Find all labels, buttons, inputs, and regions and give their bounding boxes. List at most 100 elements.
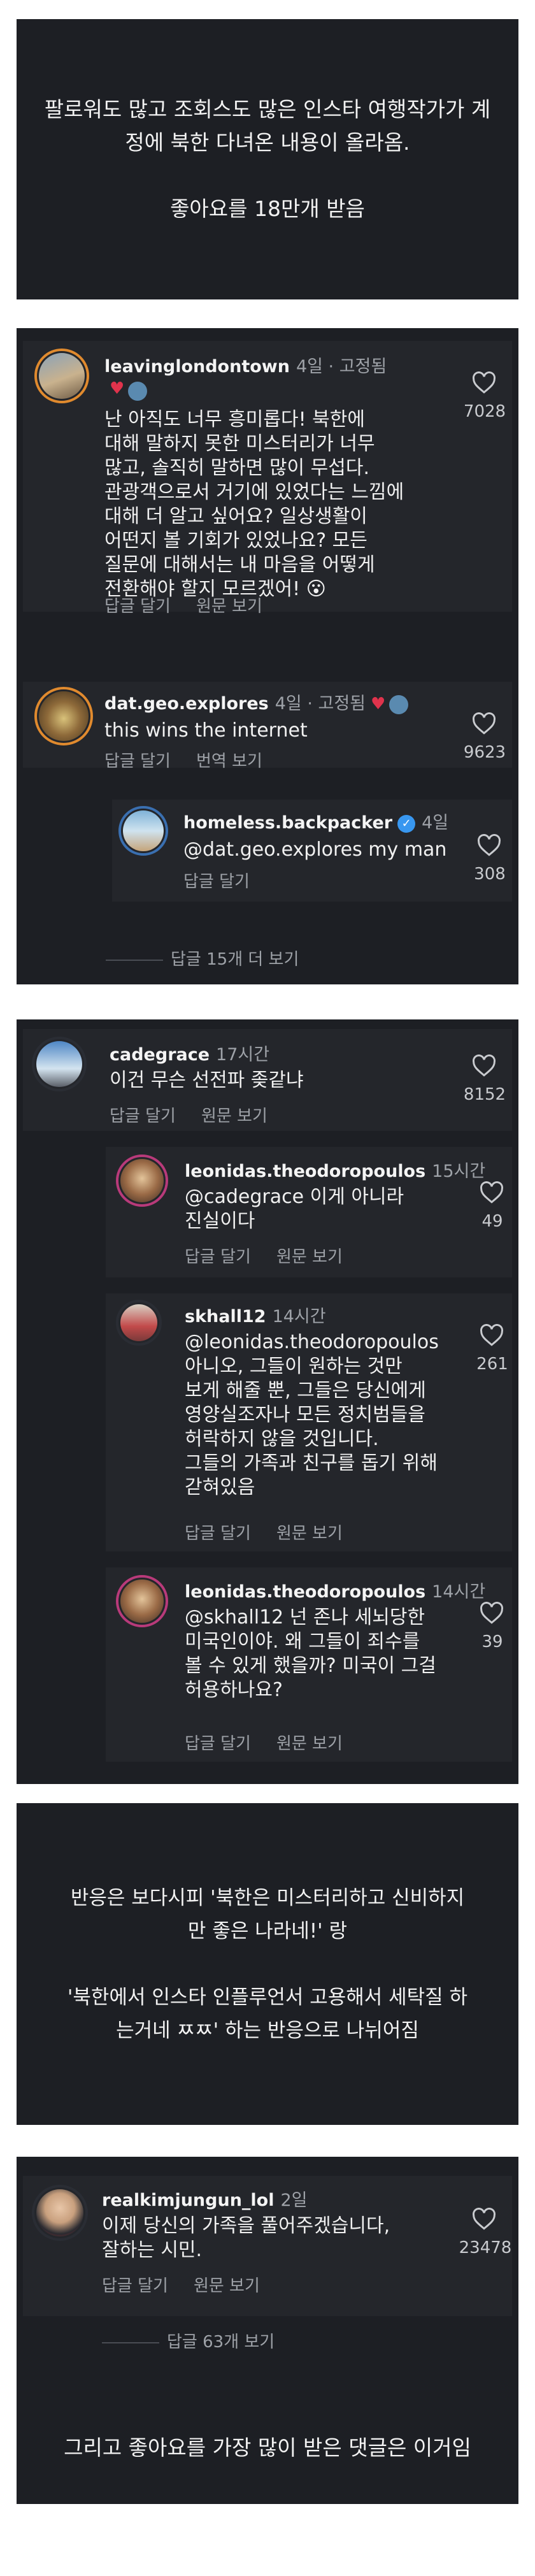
- caption-line: 반응은 보다시피 '북한은 미스터리하고 신비하지: [70, 1886, 465, 1910]
- see-translation-button[interactable]: 번역 보기: [196, 752, 262, 771]
- comment-actions: 답글 달기 원문 보기: [104, 593, 288, 617]
- comment-meta: 17시간: [216, 1045, 270, 1065]
- avatar[interactable]: [116, 1155, 168, 1207]
- comment-line: 볼 수 있게 했을까? 미국이 그걸: [185, 1655, 436, 1677]
- caption-line: '북한에서 인스타 인플루언서 고용해서 세탁질 하: [67, 1985, 468, 2009]
- avatar[interactable]: [116, 1575, 168, 1627]
- comment-text: @dat.geo.explores my man: [183, 838, 447, 861]
- comments-panel-2: cadegrace 17시간 8152 이건 무슨 선전파 좆같냐 답글 달기원문…: [17, 1019, 518, 1784]
- comment-line: 진실이다: [185, 1210, 255, 1232]
- avatar[interactable]: [34, 687, 93, 745]
- comment-line: 잘하는 시민.: [102, 2239, 203, 2261]
- comment-line: @cadegrace 이게 아니라: [185, 1186, 404, 1208]
- comments-panel-1: leavinglondontown 4일 · 고정됨 ♥ 7028 난 아직도 너…: [17, 328, 518, 984]
- creator-avatar-icon: [128, 381, 148, 401]
- like-count: 9623: [463, 743, 506, 762]
- comment-username[interactable]: realkimjungun_lol 2일: [102, 2186, 308, 2211]
- comment-line: 갇혀있음: [185, 1476, 255, 1499]
- comment-username[interactable]: leavinglondontown 4일 · 고정됨: [104, 352, 387, 377]
- like-heart-icon[interactable]: [471, 2208, 497, 2231]
- comment-text: @skhall12 넌 존나 세뇌당한 미국인이야. 왜 그들이 죄수를 볼 수…: [185, 1606, 478, 1702]
- see-original-button[interactable]: 원문 보기: [276, 1734, 343, 1753]
- like-heart-icon[interactable]: [471, 371, 497, 394]
- comment-meta: 2일: [280, 2191, 308, 2210]
- avatar[interactable]: [32, 2185, 88, 2241]
- like-heart-icon[interactable]: [471, 1054, 497, 1077]
- creator-heart-icon: ♥: [371, 694, 386, 714]
- like-heart-icon[interactable]: [479, 1602, 504, 1625]
- avatar[interactable]: [116, 1300, 162, 1346]
- creator-heart-icon: ♥: [110, 379, 125, 398]
- caption-panel-2: 반응은 보다시피 '북한은 미스터리하고 신비하지 만 좋은 나라네!' 랑 '…: [17, 1803, 518, 2125]
- like-count: 49: [481, 1212, 503, 1231]
- caption-panel-1: 팔로워도 많고 조회스도 많은 인스타 여행작가가 계 정에 북한 다녀온 내용…: [17, 19, 518, 299]
- like-heart-icon[interactable]: [476, 834, 502, 857]
- comment-line: 미국인이야. 왜 그들이 죄수를: [185, 1630, 420, 1653]
- comment-text: 이제 당신의 가족을 풀어주겠습니다, 잘하는 시민.: [102, 2214, 446, 2263]
- caption-line: 팔로워도 많고 조회스도 많은 인스타 여행작가가 계: [44, 97, 491, 122]
- like-heart-icon[interactable]: [479, 1181, 504, 1204]
- view-more-replies[interactable]: 답글 15개 더 보기: [106, 946, 299, 970]
- comment-text: 이건 무슨 선전파 좆같냐: [110, 1069, 304, 1091]
- comment-username[interactable]: leonidas.theodoropoulos 15시간: [185, 1157, 485, 1182]
- comment-meta: 14시간: [432, 1582, 486, 1602]
- verified-badge-icon: ✓: [397, 814, 416, 833]
- comment-realkimjungun-lol: realkimjungun_lol 2일 23478 이제 당신의 가족을 풀어주…: [23, 2176, 512, 2316]
- comment-actions: 답글 달기 원문 보기: [102, 2273, 285, 2296]
- caption-line: 그리고 좋아요를 가장 많이 받은 댓글은 이거임: [64, 2435, 471, 2460]
- reply-button[interactable]: 답글 달기: [183, 872, 250, 891]
- view-replies[interactable]: 답글 63개 보기: [102, 2329, 275, 2352]
- reply-leonidas-1: leonidas.theodoropoulos 15시간 49 @cadegrac…: [106, 1147, 512, 1277]
- caption-line: 만 좋은 나라네!' 랑: [187, 1919, 348, 1943]
- comment-text: @cadegrace 이게 아니라 진실이다: [185, 1185, 465, 1234]
- comment-line: 대해 말하지 못한 미스터리가 너무: [104, 433, 375, 455]
- avatar[interactable]: [118, 806, 168, 856]
- comment-line: 그들의 가족과 친구를 돕기 위해: [185, 1452, 438, 1474]
- comment-text: @leonidas.theodoropoulos 아니오, 그들이 원하는 것만…: [185, 1330, 478, 1500]
- comment-line: 많고, 솔직히 말하면 많이 무섭다.: [104, 457, 370, 479]
- comment-line: 허용하나요?: [185, 1679, 283, 1701]
- reply-button[interactable]: 답글 달기: [104, 597, 171, 616]
- comment-line: 어떤지 볼 기회가 있었나요? 모든: [104, 529, 367, 552]
- comment-username[interactable]: leonidas.theodoropoulos 14시간: [185, 1578, 485, 1602]
- comment-line: 난 아직도 너무 흥미롭다! 북한에: [104, 408, 365, 431]
- comment-meta: 14시간: [272, 1307, 326, 1327]
- comments-panel-3: realkimjungun_lol 2일 23478 이제 당신의 가족을 풀어주…: [17, 2157, 518, 2504]
- comment-leavinglondontown: leavinglondontown 4일 · 고정됨 ♥ 7028 난 아직도 너…: [23, 341, 512, 616]
- comment-actions: 답글 달기: [183, 868, 275, 892]
- comment-username[interactable]: dat.geo.explores 4일 · 고정됨 ♥: [104, 689, 409, 714]
- reply-homeless-backpacker: homeless.backpacker ✓ 4일 308 @dat.geo.expl…: [112, 800, 512, 902]
- comment-line: 보게 해줄 뿐, 그들은 당신에게: [185, 1379, 426, 1402]
- see-original-button[interactable]: 원문 보기: [194, 2277, 260, 2296]
- comment-meta: 15시간: [432, 1162, 486, 1181]
- like-count: 7028: [463, 402, 506, 421]
- comment-line: 아니오, 그들이 원하는 것만: [185, 1355, 403, 1378]
- reply-leonidas-2: leonidas.theodoropoulos 14시간 39 @skhall12…: [106, 1567, 512, 1762]
- reply-button[interactable]: 답글 달기: [185, 1734, 251, 1753]
- see-original-button[interactable]: 원문 보기: [276, 1524, 343, 1543]
- reply-button[interactable]: 답글 달기: [110, 1107, 176, 1126]
- comment-line: 질문에 대해서는 내 마음을 어떻게: [104, 554, 375, 576]
- like-count: 23478: [459, 2238, 512, 2257]
- like-count: 8152: [463, 1085, 506, 1104]
- comment-line: @skhall12 넌 존나 세뇌당한: [185, 1606, 425, 1629]
- see-original-button[interactable]: 원문 보기: [276, 1248, 343, 1267]
- reply-button[interactable]: 답글 달기: [185, 1524, 251, 1543]
- reply-button[interactable]: 답글 달기: [102, 2277, 168, 2296]
- comment-actions: 답글 달기 번역 보기: [104, 748, 288, 772]
- comment-username[interactable]: cadegrace 17시간: [110, 1040, 269, 1065]
- avatar[interactable]: [32, 1037, 87, 1091]
- reply-button[interactable]: 답글 달기: [185, 1248, 251, 1267]
- comment-text: this wins the internet: [104, 719, 308, 742]
- see-original-button[interactable]: 원문 보기: [196, 597, 262, 616]
- avatar[interactable]: [34, 349, 89, 403]
- comment-meta: 4일 · 고정됨: [275, 694, 366, 714]
- comment-line: 관광객으로서 거기에 있었다는 느낌에: [104, 481, 404, 503]
- like-heart-icon[interactable]: [471, 712, 497, 735]
- reply-button[interactable]: 답글 달기: [104, 752, 171, 771]
- like-heart-icon[interactable]: [479, 1324, 504, 1347]
- see-original-button[interactable]: 원문 보기: [201, 1107, 268, 1126]
- comment-username[interactable]: skhall12 14시간: [185, 1302, 326, 1327]
- comment-actions: 답글 달기 원문 보기: [185, 1731, 368, 1754]
- comment-username[interactable]: homeless.backpacker ✓ 4일: [183, 809, 448, 833]
